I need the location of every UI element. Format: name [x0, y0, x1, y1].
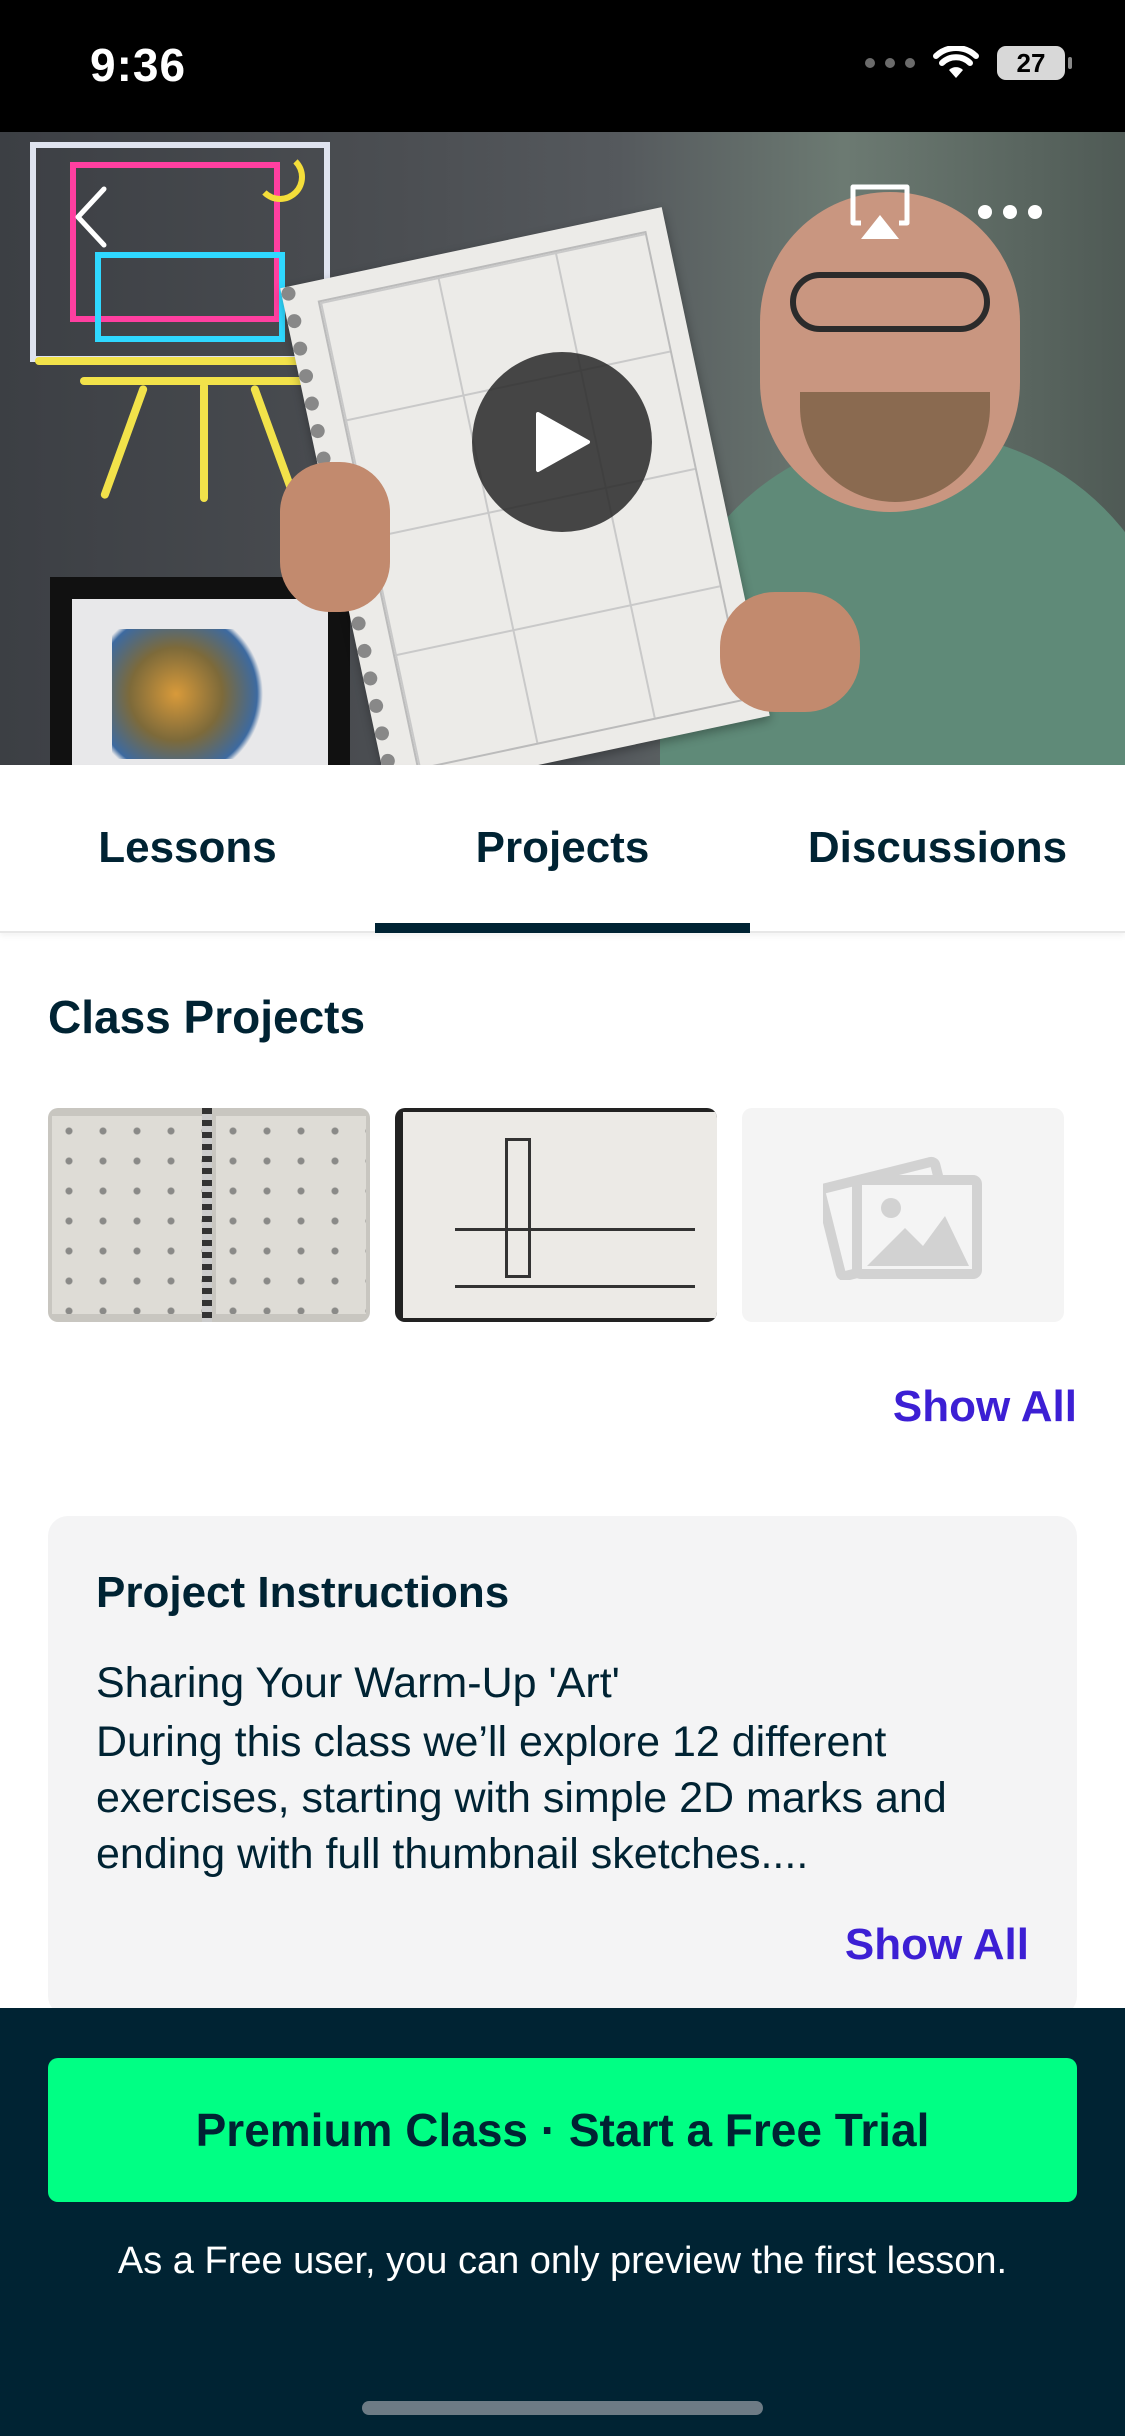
- neon-house-base-decoration: [95, 252, 285, 342]
- play-icon: [536, 412, 590, 472]
- start-free-trial-button[interactable]: Premium Class · Start a Free Trial: [48, 2058, 1077, 2202]
- project-instructions-title: Project Instructions: [96, 1568, 510, 1617]
- back-button[interactable]: [60, 177, 120, 257]
- instructor-hand: [720, 592, 860, 712]
- airplay-icon: [850, 184, 910, 239]
- neon-moon-decoration: [255, 152, 305, 202]
- sketchbook-warmup-thumbnail[interactable]: [48, 1108, 370, 1322]
- neon-line: [99, 384, 149, 500]
- tab-bar: Lessons Projects Discussions: [0, 765, 1125, 933]
- show-all-instructions-link[interactable]: Show All: [845, 1920, 1029, 1970]
- project-instructions-body: During this class we’ll explore 12 diffe…: [96, 1718, 947, 1878]
- tab-lessons[interactable]: Lessons: [0, 765, 375, 931]
- more-dots-icon: [978, 205, 1042, 219]
- back-chevron-icon: [75, 186, 107, 248]
- status-time: 9:36: [90, 39, 187, 91]
- wifi-icon: [933, 46, 979, 78]
- battery-icon: 27: [997, 46, 1072, 80]
- video-player[interactable]: [0, 132, 1125, 765]
- home-indicator[interactable]: [362, 2401, 763, 2415]
- status-icons: 27: [865, 46, 1072, 80]
- class-projects-title: Class Projects: [48, 991, 366, 1043]
- free-user-note: As a Free user, you can only preview the…: [117, 2240, 1008, 2282]
- more-options-button[interactable]: [970, 172, 1050, 252]
- show-all-projects-link[interactable]: Show All: [893, 1382, 1077, 1432]
- neon-line: [200, 382, 208, 502]
- placeholder-image-icon: [823, 1156, 982, 1280]
- village-sketch-thumbnail[interactable]: [395, 1108, 717, 1322]
- tab-projects[interactable]: Projects: [375, 765, 750, 933]
- footer-upsell: Premium Class · Start a Free Trial As a …: [0, 2008, 1125, 2436]
- project-thumbnails: [48, 1108, 1064, 1322]
- play-button[interactable]: [472, 352, 652, 532]
- status-bar: 9:36 27: [0, 0, 1125, 132]
- project-placeholder-thumbnail[interactable]: [742, 1108, 1064, 1322]
- airplay-button[interactable]: [840, 172, 920, 252]
- battery-level: 27: [1016, 47, 1046, 78]
- tab-discussions[interactable]: Discussions: [750, 765, 1125, 931]
- project-instructions-card: Project Instructions Sharing Your Warm-U…: [48, 1516, 1077, 2016]
- instructor-glasses: [790, 272, 990, 332]
- instructor-hand: [280, 462, 390, 612]
- project-instructions-subtitle: Sharing Your Warm-Up 'Art': [96, 1659, 620, 1707]
- cellular-signal-icon: [865, 58, 915, 68]
